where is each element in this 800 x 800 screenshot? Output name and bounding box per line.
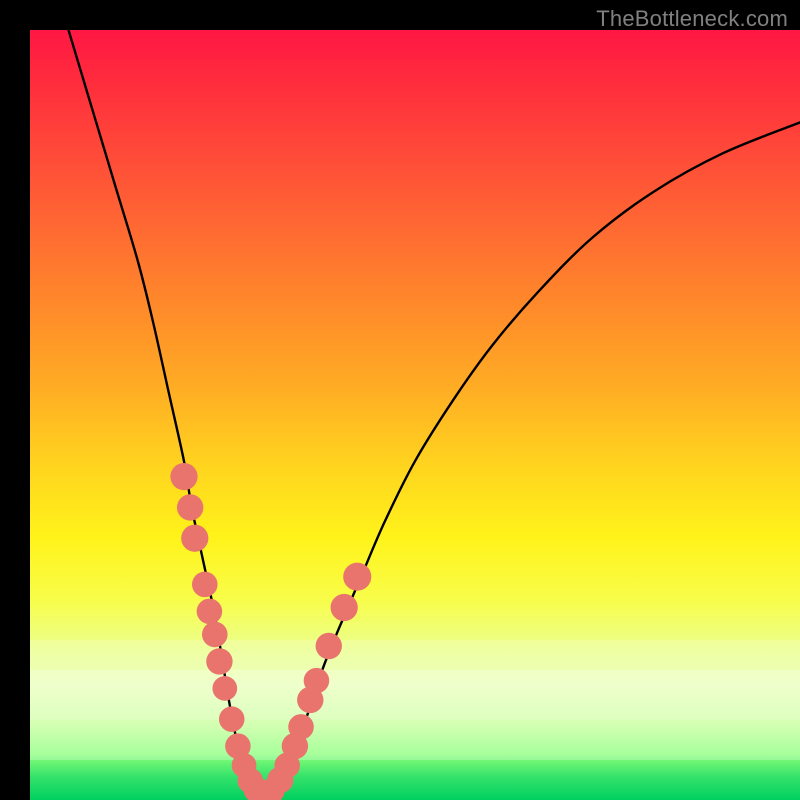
chart-frame: TheBottleneck.com [0, 0, 800, 800]
plot-area [30, 30, 800, 800]
watermark-text: TheBottleneck.com [596, 6, 788, 32]
